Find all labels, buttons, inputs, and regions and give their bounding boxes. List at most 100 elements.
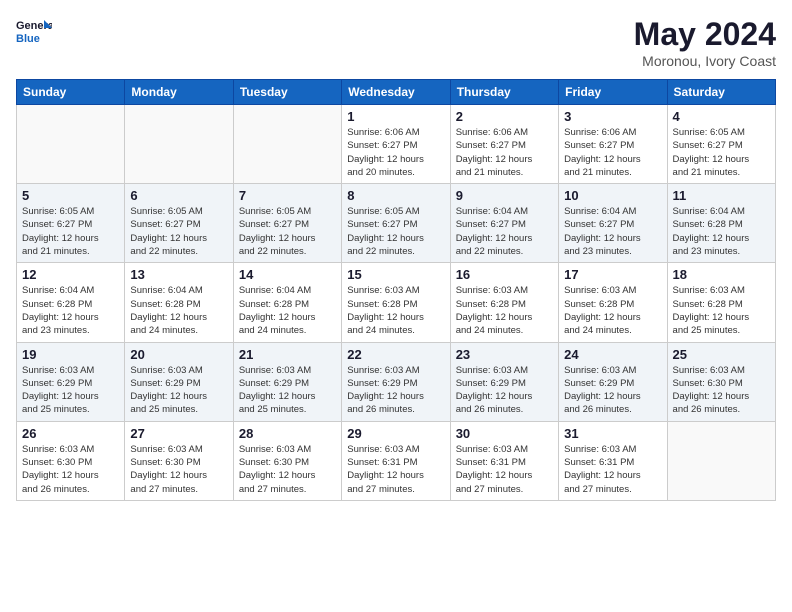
day-number: 12 [22, 267, 119, 282]
day-number: 13 [130, 267, 227, 282]
day-info: Sunrise: 6:06 AMSunset: 6:27 PMDaylight:… [456, 126, 553, 179]
day-header-thursday: Thursday [450, 80, 558, 105]
day-header-sunday: Sunday [17, 80, 125, 105]
day-number: 23 [456, 347, 553, 362]
calendar-cell: 31 Sunrise: 6:03 AMSunset: 6:31 PMDayligh… [559, 421, 667, 500]
day-info: Sunrise: 6:05 AMSunset: 6:27 PMDaylight:… [22, 205, 119, 258]
subtitle: Moronou, Ivory Coast [634, 53, 776, 69]
day-info: Sunrise: 6:03 AMSunset: 6:30 PMDaylight:… [130, 443, 227, 496]
calendar: SundayMondayTuesdayWednesdayThursdayFrid… [16, 79, 776, 501]
day-info: Sunrise: 6:05 AMSunset: 6:27 PMDaylight:… [130, 205, 227, 258]
day-info: Sunrise: 6:03 AMSunset: 6:28 PMDaylight:… [347, 284, 444, 337]
calendar-cell: 16Sunrise: 6:03 AMSunset: 6:28 PMDayligh… [450, 263, 558, 342]
day-info: Sunrise: 6:03 AMSunset: 6:28 PMDaylight:… [673, 284, 770, 337]
calendar-cell: 18 Sunrise: 6:03 AMSunset: 6:28 PMDayligh… [667, 263, 775, 342]
week-row-5: 26 Sunrise: 6:03 AMSunset: 6:30 PMDayligh… [17, 421, 776, 500]
day-number: 27 [130, 426, 227, 441]
day-info: Sunrise: 6:03 AMSunset: 6:29 PMDaylight:… [564, 364, 661, 417]
header: General Blue May 2024 Moronou, Ivory Coa… [16, 16, 776, 69]
calendar-cell: 24 Sunrise: 6:03 AMSunset: 6:29 PMDayligh… [559, 342, 667, 421]
day-info: Sunrise: 6:05 AMSunset: 6:27 PMDaylight:… [239, 205, 336, 258]
day-number: 30 [456, 426, 553, 441]
calendar-cell: 22Sunrise: 6:03 AMSunset: 6:29 PMDayligh… [342, 342, 450, 421]
day-info: Sunrise: 6:04 AMSunset: 6:27 PMDaylight:… [564, 205, 661, 258]
day-number: 31 [564, 426, 661, 441]
calendar-cell: 5 Sunrise: 6:05 AMSunset: 6:27 PMDaylight… [17, 184, 125, 263]
calendar-cell [17, 105, 125, 184]
calendar-cell [233, 105, 341, 184]
calendar-cell [667, 421, 775, 500]
day-number: 3 [564, 109, 661, 124]
title-area: May 2024 Moronou, Ivory Coast [634, 16, 776, 69]
calendar-cell: 30 Sunrise: 6:03 AMSunset: 6:31 PMDayligh… [450, 421, 558, 500]
day-number: 18 [673, 267, 770, 282]
calendar-header-row: SundayMondayTuesdayWednesdayThursdayFrid… [17, 80, 776, 105]
day-info: Sunrise: 6:03 AMSunset: 6:31 PMDaylight:… [456, 443, 553, 496]
day-info: Sunrise: 6:03 AMSunset: 6:29 PMDaylight:… [456, 364, 553, 417]
day-info: Sunrise: 6:03 AMSunset: 6:28 PMDaylight:… [456, 284, 553, 337]
day-number: 26 [22, 426, 119, 441]
day-info: Sunrise: 6:03 AMSunset: 6:29 PMDaylight:… [239, 364, 336, 417]
week-row-4: 19 Sunrise: 6:03 AMSunset: 6:29 PMDayligh… [17, 342, 776, 421]
calendar-cell: 6 Sunrise: 6:05 AMSunset: 6:27 PMDaylight… [125, 184, 233, 263]
week-row-3: 12 Sunrise: 6:04 AMSunset: 6:28 PMDayligh… [17, 263, 776, 342]
day-number: 28 [239, 426, 336, 441]
day-info: Sunrise: 6:03 AMSunset: 6:29 PMDaylight:… [130, 364, 227, 417]
calendar-cell: 17 Sunrise: 6:03 AMSunset: 6:28 PMDayligh… [559, 263, 667, 342]
day-number: 17 [564, 267, 661, 282]
day-info: Sunrise: 6:06 AMSunset: 6:27 PMDaylight:… [347, 126, 444, 179]
day-info: Sunrise: 6:04 AMSunset: 6:28 PMDaylight:… [673, 205, 770, 258]
day-info: Sunrise: 6:06 AMSunset: 6:27 PMDaylight:… [564, 126, 661, 179]
calendar-cell [125, 105, 233, 184]
calendar-cell: 25 Sunrise: 6:03 AMSunset: 6:30 PMDayligh… [667, 342, 775, 421]
day-number: 24 [564, 347, 661, 362]
day-header-monday: Monday [125, 80, 233, 105]
day-number: 8 [347, 188, 444, 203]
calendar-cell: 12Sunrise: 6:04 AMSunset: 6:28 PMDayligh… [17, 263, 125, 342]
day-info: Sunrise: 6:03 AMSunset: 6:28 PMDaylight:… [564, 284, 661, 337]
calendar-cell: 2 Sunrise: 6:06 AMSunset: 6:27 PMDaylight… [450, 105, 558, 184]
day-info: Sunrise: 6:04 AMSunset: 6:27 PMDaylight:… [456, 205, 553, 258]
day-info: Sunrise: 6:03 AMSunset: 6:30 PMDaylight:… [673, 364, 770, 417]
calendar-cell: 8 Sunrise: 6:05 AMSunset: 6:27 PMDaylight… [342, 184, 450, 263]
calendar-cell: 26 Sunrise: 6:03 AMSunset: 6:30 PMDayligh… [17, 421, 125, 500]
calendar-cell: 7Sunrise: 6:05 AMSunset: 6:27 PMDaylight… [233, 184, 341, 263]
svg-text:Blue: Blue [16, 33, 40, 45]
day-number: 1 [347, 109, 444, 124]
calendar-cell: 4Sunrise: 6:05 AMSunset: 6:27 PMDaylight… [667, 105, 775, 184]
calendar-cell: 13 Sunrise: 6:04 AMSunset: 6:28 PMDayligh… [125, 263, 233, 342]
calendar-cell: 19 Sunrise: 6:03 AMSunset: 6:29 PMDayligh… [17, 342, 125, 421]
calendar-cell: 29Sunrise: 6:03 AMSunset: 6:31 PMDayligh… [342, 421, 450, 500]
day-number: 2 [456, 109, 553, 124]
logo-icon: General Blue [16, 16, 52, 46]
day-number: 6 [130, 188, 227, 203]
calendar-cell: 23 Sunrise: 6:03 AMSunset: 6:29 PMDayligh… [450, 342, 558, 421]
day-number: 25 [673, 347, 770, 362]
calendar-cell: 21 Sunrise: 6:03 AMSunset: 6:29 PMDayligh… [233, 342, 341, 421]
calendar-cell: 28Sunrise: 6:03 AMSunset: 6:30 PMDayligh… [233, 421, 341, 500]
day-info: Sunrise: 6:03 AMSunset: 6:29 PMDaylight:… [347, 364, 444, 417]
day-number: 19 [22, 347, 119, 362]
calendar-cell: 15 Sunrise: 6:03 AMSunset: 6:28 PMDayligh… [342, 263, 450, 342]
logo: General Blue [16, 16, 52, 46]
day-number: 15 [347, 267, 444, 282]
day-info: Sunrise: 6:03 AMSunset: 6:29 PMDaylight:… [22, 364, 119, 417]
calendar-cell: 14Sunrise: 6:04 AMSunset: 6:28 PMDayligh… [233, 263, 341, 342]
day-number: 4 [673, 109, 770, 124]
calendar-cell: 27 Sunrise: 6:03 AMSunset: 6:30 PMDayligh… [125, 421, 233, 500]
day-header-saturday: Saturday [667, 80, 775, 105]
calendar-cell: 11Sunrise: 6:04 AMSunset: 6:28 PMDayligh… [667, 184, 775, 263]
week-row-1: 1 Sunrise: 6:06 AMSunset: 6:27 PMDaylight… [17, 105, 776, 184]
day-info: Sunrise: 6:03 AMSunset: 6:30 PMDaylight:… [22, 443, 119, 496]
day-number: 21 [239, 347, 336, 362]
day-info: Sunrise: 6:03 AMSunset: 6:31 PMDaylight:… [564, 443, 661, 496]
calendar-cell: 9Sunrise: 6:04 AMSunset: 6:27 PMDaylight… [450, 184, 558, 263]
day-number: 5 [22, 188, 119, 203]
day-info: Sunrise: 6:04 AMSunset: 6:28 PMDaylight:… [239, 284, 336, 337]
calendar-cell: 10Sunrise: 6:04 AMSunset: 6:27 PMDayligh… [559, 184, 667, 263]
day-info: Sunrise: 6:04 AMSunset: 6:28 PMDaylight:… [130, 284, 227, 337]
main-title: May 2024 [634, 16, 776, 53]
day-info: Sunrise: 6:05 AMSunset: 6:27 PMDaylight:… [347, 205, 444, 258]
calendar-cell: 3 Sunrise: 6:06 AMSunset: 6:27 PMDaylight… [559, 105, 667, 184]
day-header-wednesday: Wednesday [342, 80, 450, 105]
